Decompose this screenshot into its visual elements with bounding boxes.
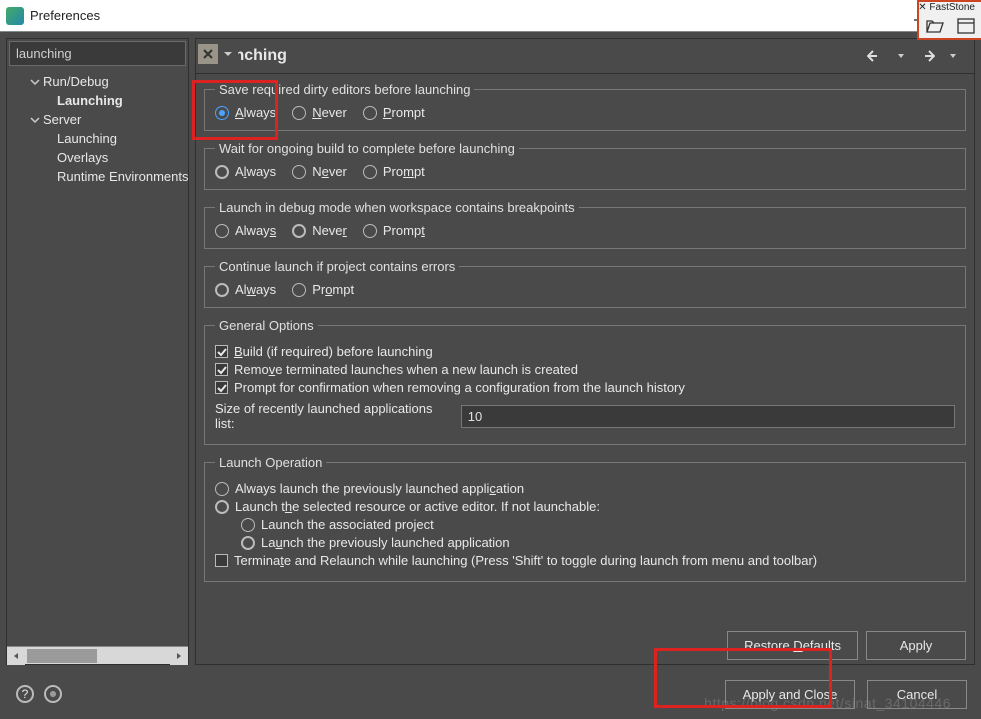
import-export-icon[interactable] (44, 685, 62, 703)
chevron-down-icon (29, 114, 41, 126)
group-legend: Wait for ongoing build to complete befor… (215, 141, 519, 156)
restore-defaults-button[interactable]: Restore Defaults (727, 631, 858, 660)
back-menu-icon[interactable] (890, 45, 912, 67)
apply-button[interactable]: Apply (866, 631, 966, 660)
filter-menu-button[interactable] (218, 44, 238, 64)
app-icon (6, 7, 24, 25)
filter-row (9, 41, 186, 66)
radio-debug-never[interactable]: Never (292, 223, 347, 238)
forward-button[interactable] (916, 45, 938, 67)
cancel-button[interactable]: Cancel (867, 680, 967, 709)
window-icon[interactable] (957, 18, 975, 34)
radio-op-selected[interactable]: Launch the selected resource or active e… (215, 499, 955, 514)
tree-item-run-debug[interactable]: Run/Debug (7, 72, 188, 91)
capture-label: ✕ FastStone (918, 2, 975, 13)
filter-input[interactable] (10, 42, 198, 65)
group-wait-build: Wait for ongoing build to complete befor… (204, 141, 966, 190)
tree-item-server-launching[interactable]: Launching (7, 129, 188, 148)
forward-menu-icon[interactable] (942, 45, 964, 67)
group-launch-operation: Launch Operation Always launch the previ… (204, 455, 966, 582)
folder-open-icon[interactable] (925, 18, 945, 34)
check-build-before[interactable]: Build (if required) before launching (215, 344, 955, 359)
group-legend: General Options (215, 318, 318, 333)
tree-item-runtime-env[interactable]: Runtime Environments (7, 167, 188, 186)
radio-save-prompt[interactable]: Prompt (363, 105, 425, 120)
check-prompt-remove[interactable]: Prompt for confirmation when removing a … (215, 380, 955, 395)
tree-item-overlays[interactable]: Overlays (7, 148, 188, 167)
tree-item-server[interactable]: Server (7, 110, 188, 129)
back-button[interactable] (864, 45, 886, 67)
scroll-left-icon[interactable] (7, 647, 25, 665)
preferences-tree[interactable]: Run/Debug Launching Server Launching Ove… (7, 68, 188, 646)
radio-op-assoc[interactable]: Launch the associated project (241, 517, 955, 532)
radio-wait-never[interactable]: Never (292, 164, 347, 179)
group-save-dirty: Save required dirty editors before launc… (204, 82, 966, 131)
preferences-main: Launching Save required dirty editors be… (195, 38, 975, 665)
size-label: Size of recently launched applications l… (215, 401, 453, 431)
radio-wait-prompt[interactable]: Prompt (363, 164, 425, 179)
radio-errors-always[interactable]: Always (215, 282, 276, 297)
group-debug-breakpoints: Launch in debug mode when workspace cont… (204, 200, 966, 249)
title-bar: Preferences (0, 0, 981, 32)
group-legend: Continue launch if project contains erro… (215, 259, 459, 274)
window-title: Preferences (30, 8, 905, 23)
group-general: General Options Build (if required) befo… (204, 318, 966, 445)
clear-filter-button[interactable] (198, 44, 218, 64)
tree-item-launching[interactable]: Launching (7, 91, 188, 110)
help-icon[interactable]: ? (16, 685, 34, 703)
horizontal-scrollbar[interactable] (7, 646, 188, 664)
radio-debug-prompt[interactable]: Prompt (363, 223, 425, 238)
inner-button-bar: Restore Defaults Apply (196, 625, 974, 664)
radio-save-always[interactable]: Always (215, 105, 276, 120)
group-legend: Launch in debug mode when workspace cont… (215, 200, 579, 215)
preferences-sidebar: Run/Debug Launching Server Launching Ove… (6, 38, 189, 665)
group-legend: Save required dirty editors before launc… (215, 82, 474, 97)
page-header: Launching (196, 39, 974, 74)
group-continue-errors: Continue launch if project contains erro… (204, 259, 966, 308)
apply-and-close-button[interactable]: Apply and Close (725, 680, 855, 709)
size-input[interactable] (461, 405, 955, 428)
radio-wait-always[interactable]: Always (215, 164, 276, 179)
radio-save-never[interactable]: Never (292, 105, 347, 120)
radio-errors-prompt[interactable]: Prompt (292, 282, 354, 297)
radio-debug-always[interactable]: Always (215, 223, 276, 238)
capture-overlay: ✕ FastStone (917, 0, 981, 40)
dialog-footer: ? Apply and Close Cancel (0, 669, 981, 719)
chevron-down-icon (29, 76, 41, 88)
scroll-right-icon[interactable] (170, 647, 188, 665)
group-legend: Launch Operation (215, 455, 326, 470)
scroll-thumb[interactable] (27, 649, 97, 663)
check-terminate-relaunch[interactable]: Terminate and Relaunch while launching (… (215, 553, 955, 568)
radio-op-prev[interactable]: Always launch the previously launched ap… (215, 481, 955, 496)
page-title: Launching (206, 47, 860, 65)
check-remove-terminated[interactable]: Remove terminated launches when a new la… (215, 362, 955, 377)
radio-op-prevapp[interactable]: Launch the previously launched applicati… (241, 535, 955, 550)
